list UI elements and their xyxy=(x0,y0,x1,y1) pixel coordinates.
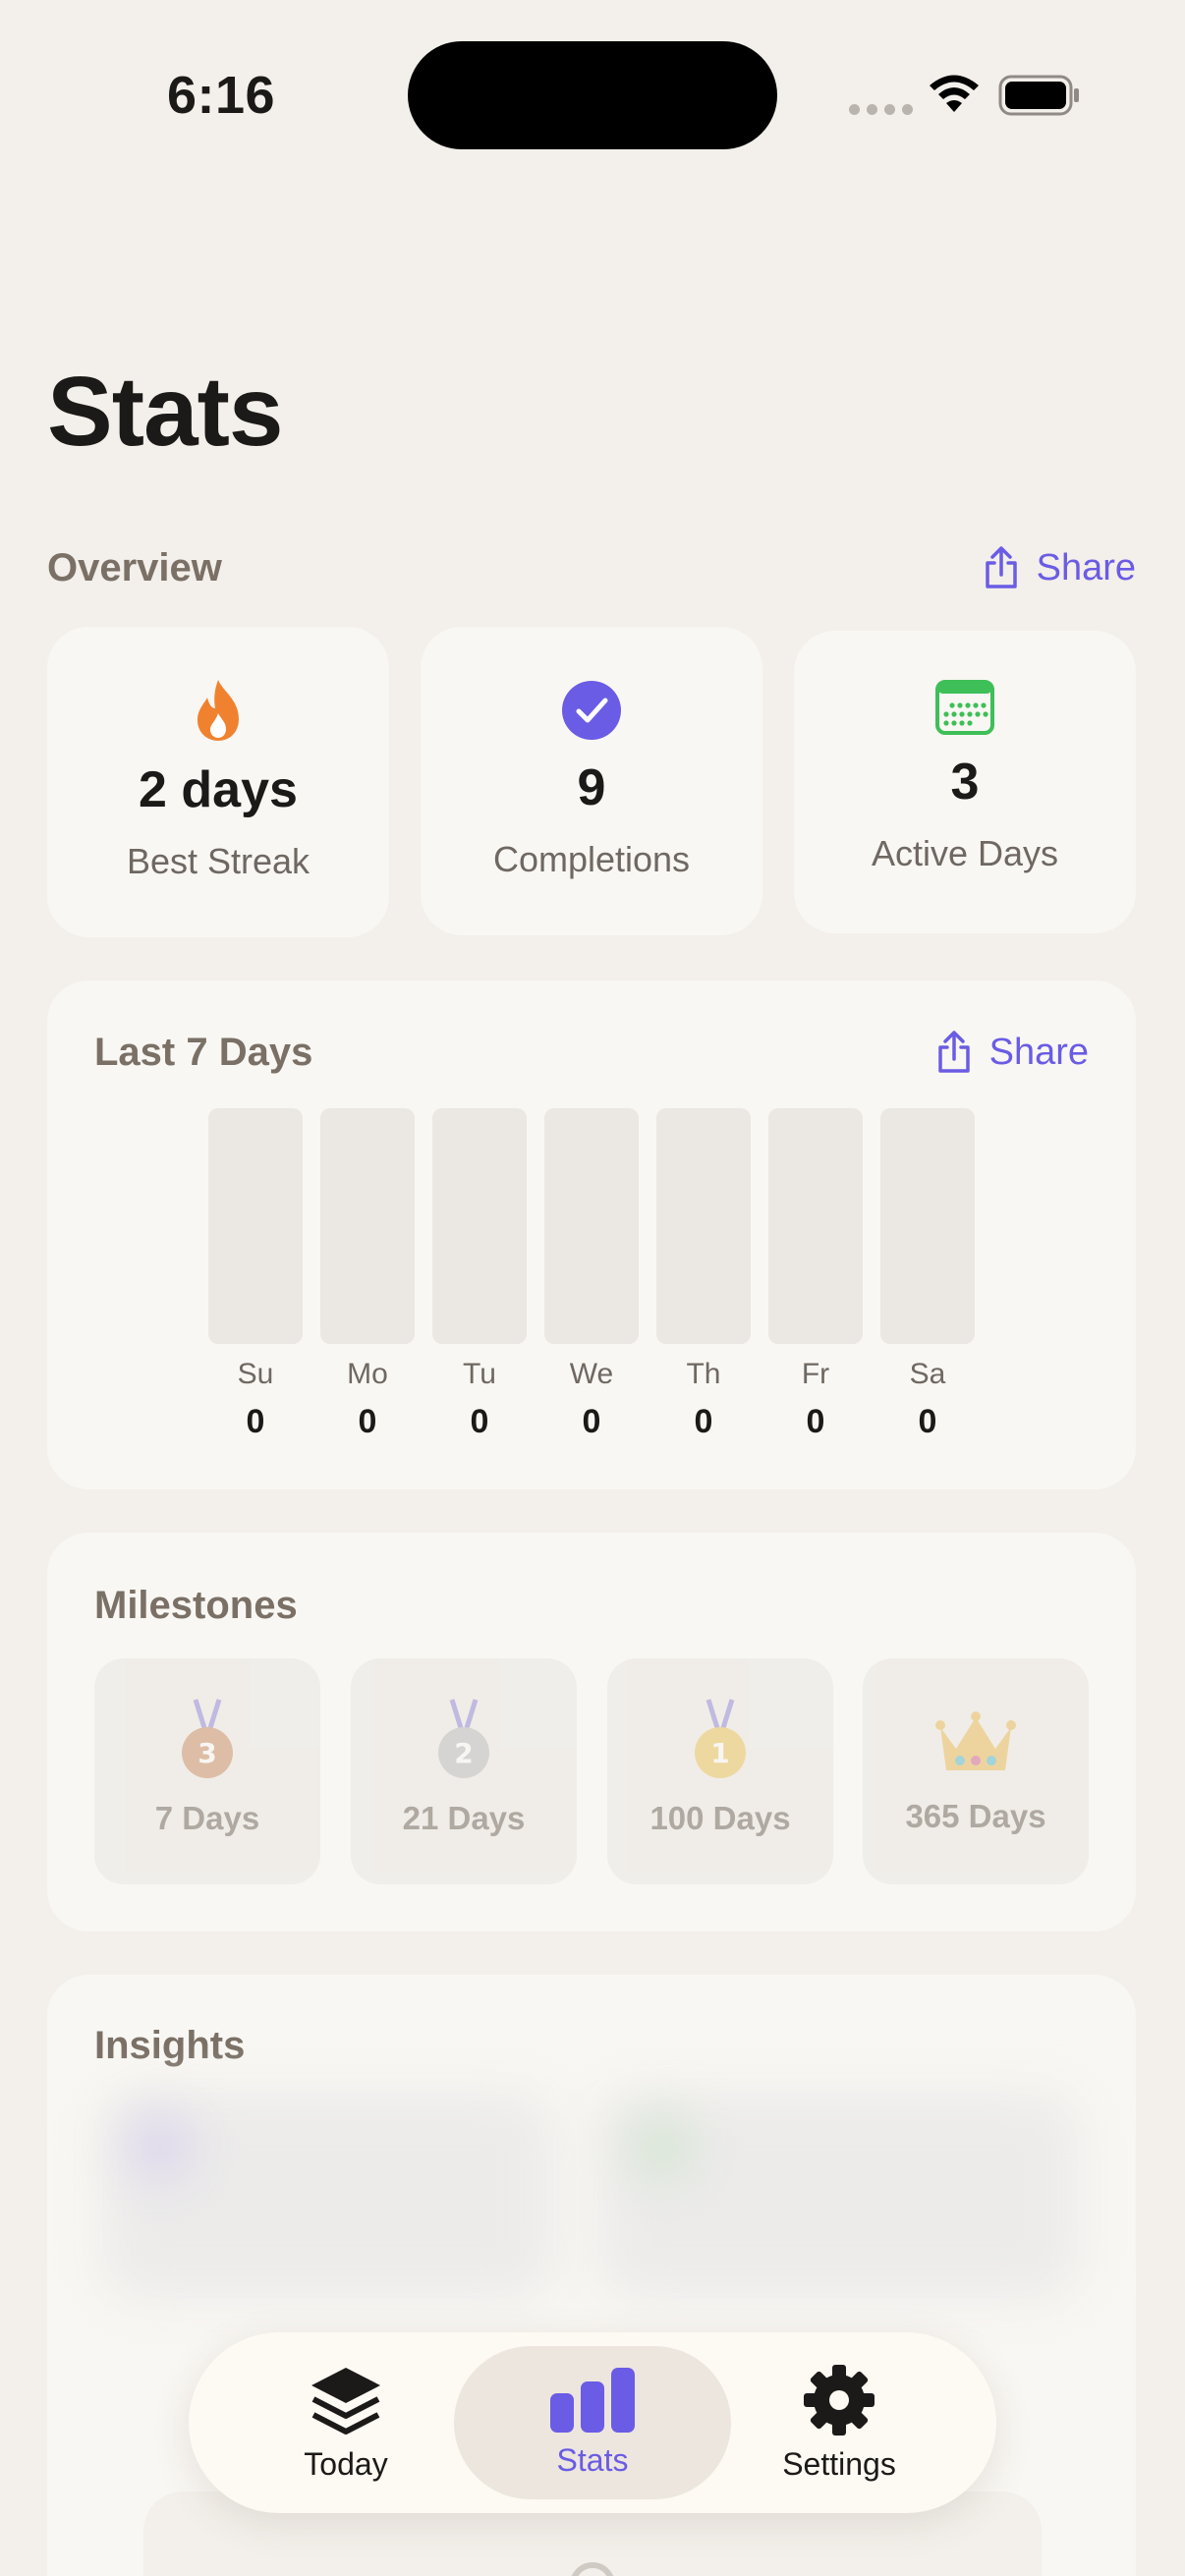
milestone-100-days[interactable]: 1 100 Days xyxy=(607,1658,833,1884)
day-bar xyxy=(544,1108,639,1344)
active-days-card: 3 Active Days xyxy=(794,631,1136,933)
crown-icon xyxy=(935,1711,1016,1770)
svg-text:2: 2 xyxy=(454,1737,473,1769)
checkmark-circle-icon xyxy=(562,681,621,740)
last-7-days-title: Last 7 Days xyxy=(94,1030,313,1074)
last-7-days-share-label: Share xyxy=(988,1031,1089,1073)
calendar-icon xyxy=(935,680,994,735)
overview-label: Overview xyxy=(47,545,222,589)
best-streak-card: 2 days Best Streak xyxy=(47,627,389,937)
tab-today-label: Today xyxy=(304,2445,388,2482)
completions-card: 9 Completions xyxy=(421,627,762,935)
insights-title: Insights xyxy=(94,2024,246,2067)
overview-share-label: Share xyxy=(1036,546,1136,588)
day-label: Th xyxy=(686,1358,721,1390)
tab-settings-label: Settings xyxy=(782,2445,896,2482)
day-bar xyxy=(320,1108,415,1344)
milestone-label: 7 Days xyxy=(154,1800,260,1836)
milestone-label: 365 Days xyxy=(905,1798,1046,1834)
battery-icon xyxy=(998,75,1079,116)
completions-label: Completions xyxy=(492,839,691,879)
day-count: 0 xyxy=(246,1403,265,1440)
day-count: 0 xyxy=(918,1403,937,1440)
day-count: 0 xyxy=(358,1403,377,1440)
active-days-label: Active Days xyxy=(871,833,1059,873)
layers-icon xyxy=(311,2367,380,2435)
milestone-7-days[interactable]: 3 7 Days xyxy=(94,1658,320,1884)
insight-icon-blurred xyxy=(627,2112,696,2181)
overview-share-button[interactable]: Share xyxy=(982,545,1136,590)
day-bar xyxy=(432,1108,527,1344)
dynamic-island xyxy=(408,41,777,149)
page-title: Stats xyxy=(47,357,284,467)
day-label: Su xyxy=(237,1358,274,1390)
best-streak-value: 2 days xyxy=(139,761,298,818)
svg-text:3: 3 xyxy=(198,1737,216,1769)
share-icon xyxy=(937,1031,970,1073)
day-bar xyxy=(208,1108,303,1344)
gear-icon xyxy=(804,2364,875,2436)
insight-icon-blurred xyxy=(126,2112,195,2181)
day-bar xyxy=(768,1108,863,1344)
gold-medal-icon: 1 xyxy=(695,1699,746,1778)
tab-today[interactable]: Today xyxy=(248,2332,444,2513)
tab-stats[interactable]: Stats xyxy=(494,2332,691,2513)
day-count: 0 xyxy=(806,1403,825,1440)
flame-icon xyxy=(198,680,239,741)
active-days-value: 3 xyxy=(950,754,980,811)
last-7-days-card: Last 7 Days Share Su Mo Tu We Th Fr Sa 0… xyxy=(47,980,1136,1489)
overview-header: Overview Share xyxy=(47,545,1136,590)
silver-medal-icon: 2 xyxy=(438,1699,489,1778)
day-label: Fr xyxy=(801,1358,830,1390)
milestone-label: 21 Days xyxy=(402,1800,526,1836)
milestones-card: Milestones 3 7 Days 2 21 Days 1 100 Days xyxy=(47,1533,1136,1932)
milestone-21-days[interactable]: 2 21 Days xyxy=(351,1658,577,1884)
milestones-title: Milestones xyxy=(94,1584,298,1627)
cellular-signal-icon xyxy=(849,104,913,115)
day-count: 0 xyxy=(694,1403,713,1440)
last-7-days-header: Last 7 Days Share xyxy=(94,1030,1089,1075)
tab-stats-label: Stats xyxy=(556,2441,629,2478)
share-icon xyxy=(985,546,1017,588)
tab-bar: Today Stats Settings xyxy=(189,2332,996,2513)
svg-text:1: 1 xyxy=(710,1737,729,1769)
day-bar xyxy=(880,1108,975,1344)
day-label: Tu xyxy=(463,1358,496,1390)
day-count: 0 xyxy=(582,1403,601,1440)
tab-settings[interactable]: Settings xyxy=(741,2332,937,2513)
bronze-medal-icon: 3 xyxy=(182,1699,233,1778)
day-label: Mo xyxy=(347,1358,388,1390)
wifi-icon xyxy=(930,75,979,112)
last-7-days-share-button[interactable]: Share xyxy=(934,1030,1089,1075)
milestone-label: 100 Days xyxy=(649,1800,791,1836)
status-time: 6:16 xyxy=(167,66,276,125)
day-bar xyxy=(656,1108,751,1344)
bar-chart-icon xyxy=(550,2367,635,2433)
day-count: 0 xyxy=(470,1403,489,1440)
best-streak-label: Best Streak xyxy=(126,841,310,881)
completions-value: 9 xyxy=(577,759,606,816)
day-label: Sa xyxy=(909,1358,946,1390)
milestone-365-days[interactable]: 365 Days xyxy=(863,1658,1089,1884)
bar-chart xyxy=(208,1108,975,1344)
day-label: We xyxy=(569,1358,614,1390)
